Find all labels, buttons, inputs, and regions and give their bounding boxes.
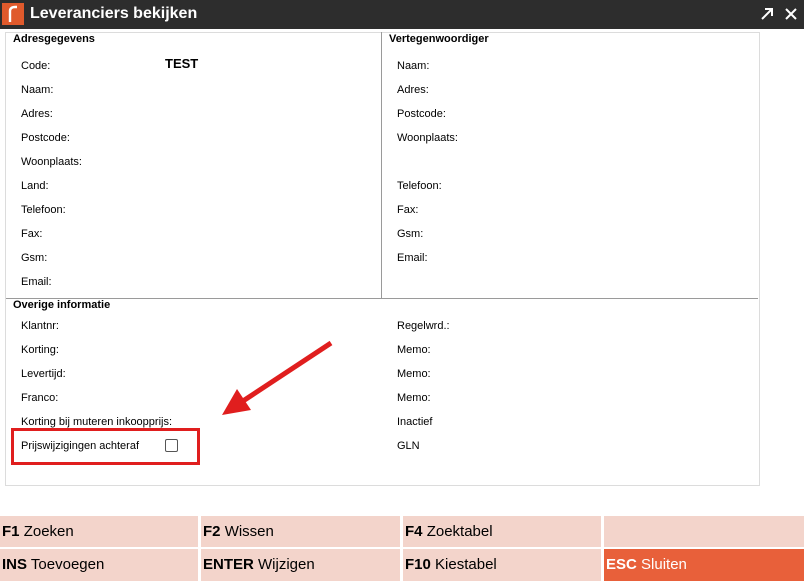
- title-bar: Leveranciers bekijken: [0, 0, 804, 29]
- empty-function-key: [604, 516, 804, 547]
- code-label: Code:: [21, 60, 51, 72]
- rep-email-label: Email:: [397, 252, 428, 264]
- rep-fax-label: Fax:: [397, 204, 419, 216]
- f10-pick-table-button[interactable]: F10 Kiestabel: [403, 549, 601, 581]
- memo-2-label: Memo:: [397, 368, 431, 380]
- customer-number-label: Klantnr:: [21, 320, 59, 332]
- f1-search-button[interactable]: F1 Zoeken: [0, 516, 198, 547]
- code-value: TEST: [165, 56, 199, 71]
- horizontal-divider: [6, 298, 758, 299]
- vertical-divider: [381, 32, 382, 298]
- f2-clear-button[interactable]: F2 Wissen: [201, 516, 400, 547]
- discount-label: Korting:: [21, 344, 59, 356]
- rep-postcode-label: Postcode:: [397, 108, 446, 120]
- address-label: Adres:: [21, 108, 53, 120]
- memo-1-label: Memo:: [397, 344, 431, 356]
- postcode-label: Postcode:: [21, 132, 70, 144]
- phone-label: Telefoon:: [21, 204, 66, 216]
- gln-label: GLN: [397, 440, 420, 452]
- country-label: Land:: [21, 180, 49, 192]
- window-title: Leveranciers bekijken: [30, 5, 198, 22]
- discount-on-purchase-price-label: Korting bij muteren inkoopprijs:: [21, 416, 173, 428]
- franco-label: Franco:: [21, 392, 59, 404]
- rep-city-label: Woonplaats:: [397, 132, 458, 144]
- rep-mobile-label: Gsm:: [397, 228, 424, 240]
- mobile-label: Gsm:: [21, 252, 48, 264]
- fax-label: Fax:: [21, 228, 43, 240]
- city-label: Woonplaats:: [21, 156, 82, 168]
- rep-name-label: Naam:: [397, 60, 430, 72]
- rep-phone-label: Telefoon:: [397, 180, 442, 192]
- f4-search-table-button[interactable]: F4 Zoektabel: [403, 516, 601, 547]
- esc-close-button[interactable]: ESC Sluiten: [604, 549, 804, 581]
- maximize-icon[interactable]: [758, 5, 776, 23]
- enter-edit-button[interactable]: ENTER Wijzigen: [201, 549, 400, 581]
- representative-heading: Vertegenwoordiger: [389, 33, 489, 45]
- name-label: Naam:: [21, 84, 54, 96]
- close-icon[interactable]: [782, 5, 800, 23]
- line-value-label: Regelwrd.:: [397, 320, 450, 332]
- function-key-bar: F1 Zoeken F2 Wissen F4 Zoektabel INS Toe…: [0, 516, 804, 581]
- app-logo-icon: [2, 3, 24, 25]
- other-info-heading: Overige informatie: [13, 299, 111, 311]
- email-label: Email:: [21, 276, 52, 288]
- address-heading: Adresgegevens: [13, 33, 95, 45]
- rep-address-label: Adres:: [397, 84, 429, 96]
- inactive-label: Inactief: [397, 416, 433, 428]
- ins-add-button[interactable]: INS Toevoegen: [0, 549, 198, 581]
- delivery-time-label: Levertijd:: [21, 368, 66, 380]
- memo-3-label: Memo:: [397, 392, 431, 404]
- annotation-highlight-box: [11, 428, 200, 465]
